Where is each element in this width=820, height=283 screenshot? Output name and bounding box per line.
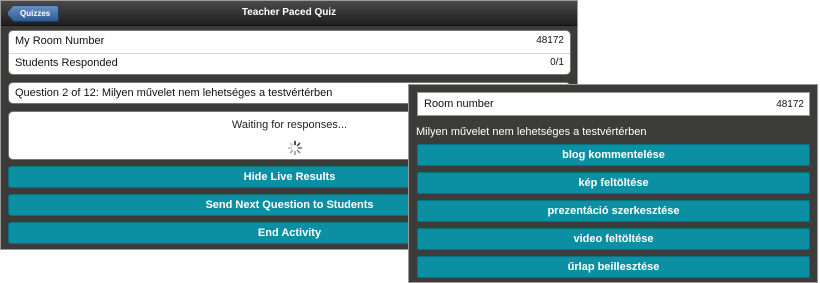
student-panel: Room number 48172 Milyen művelet nem leh… xyxy=(408,84,818,283)
students-responded-value: 0/1 xyxy=(550,57,564,68)
answer-button[interactable]: video feltöltése xyxy=(417,228,810,250)
loading-spinner-icon xyxy=(287,140,303,156)
student-room-card: Room number 48172 xyxy=(417,92,810,116)
room-number-value: 48172 xyxy=(536,35,564,46)
room-number-label: My Room Number xyxy=(15,35,105,47)
top-bar: Quizzes Teacher Paced Quiz xyxy=(1,1,577,26)
page-title: Teacher Paced Quiz xyxy=(241,7,337,18)
answer-button[interactable]: űrlap beillesztése xyxy=(417,256,810,278)
student-room-label: Room number xyxy=(424,98,494,110)
answer-button[interactable]: prezentáció szerkesztése xyxy=(417,200,810,222)
question-banner-text: Question 2 of 12: Milyen művelet nem leh… xyxy=(15,87,333,99)
students-responded-label: Students Responded xyxy=(15,57,118,69)
answer-button[interactable]: blog kommentelése xyxy=(417,144,810,166)
answer-button[interactable]: kép feltöltése xyxy=(417,172,810,194)
divider xyxy=(9,53,570,54)
student-room-value: 48172 xyxy=(776,99,804,110)
student-question-text: Milyen művelet nem lehetséges a testvért… xyxy=(416,126,647,138)
room-info-card: My Room Number 48172 Students Responded … xyxy=(8,30,571,75)
